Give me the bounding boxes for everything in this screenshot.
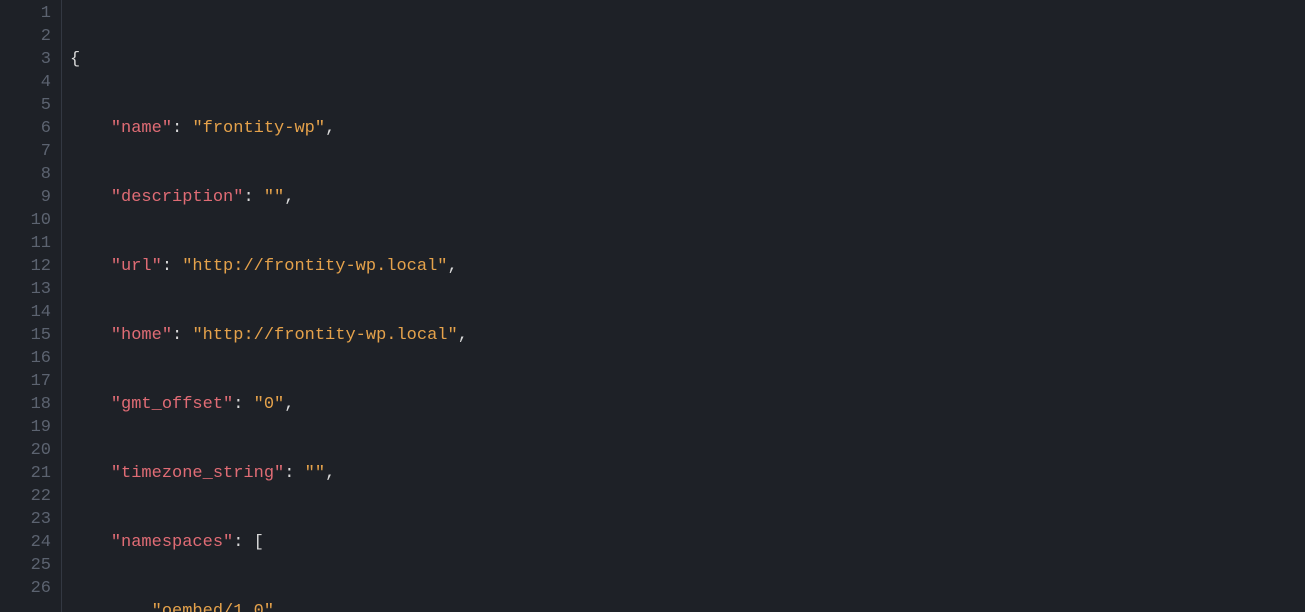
line-number: 11: [0, 232, 51, 255]
line-number: 18: [0, 393, 51, 416]
code-line[interactable]: "timezone_string": "",: [70, 462, 1305, 485]
code-line[interactable]: "oembed/1.0",: [70, 600, 1305, 612]
line-number: 15: [0, 324, 51, 347]
line-number: 8: [0, 163, 51, 186]
code-line[interactable]: "name": "frontity-wp",: [70, 117, 1305, 140]
line-number: 3: [0, 48, 51, 71]
line-number: 20: [0, 439, 51, 462]
line-number: 2: [0, 25, 51, 48]
code-line[interactable]: "home": "http://frontity-wp.local",: [70, 324, 1305, 347]
line-number: 22: [0, 485, 51, 508]
line-number: 1: [0, 2, 51, 25]
line-number: 19: [0, 416, 51, 439]
code-line[interactable]: "description": "",: [70, 186, 1305, 209]
code-line[interactable]: "gmt_offset": "0",: [70, 393, 1305, 416]
line-number: 14: [0, 301, 51, 324]
code-editor[interactable]: { "name": "frontity-wp", "description": …: [62, 0, 1305, 612]
line-number: 21: [0, 462, 51, 485]
line-number: 4: [0, 71, 51, 94]
code-line[interactable]: "namespaces": [: [70, 531, 1305, 554]
line-number: 10: [0, 209, 51, 232]
line-number: 16: [0, 347, 51, 370]
code-line[interactable]: {: [70, 48, 1305, 71]
line-number: 26: [0, 577, 51, 600]
line-number: 13: [0, 278, 51, 301]
line-number: 17: [0, 370, 51, 393]
line-number: 12: [0, 255, 51, 278]
line-number: 6: [0, 117, 51, 140]
line-number: 7: [0, 140, 51, 163]
line-number: 25: [0, 554, 51, 577]
line-number-gutter: 1 2 3 4 5 6 7 8 9 10 11 12 13 14 15 16 1…: [0, 0, 62, 612]
line-number: 24: [0, 531, 51, 554]
code-line[interactable]: "url": "http://frontity-wp.local",: [70, 255, 1305, 278]
line-number: 9: [0, 186, 51, 209]
line-number: 23: [0, 508, 51, 531]
line-number: 5: [0, 94, 51, 117]
